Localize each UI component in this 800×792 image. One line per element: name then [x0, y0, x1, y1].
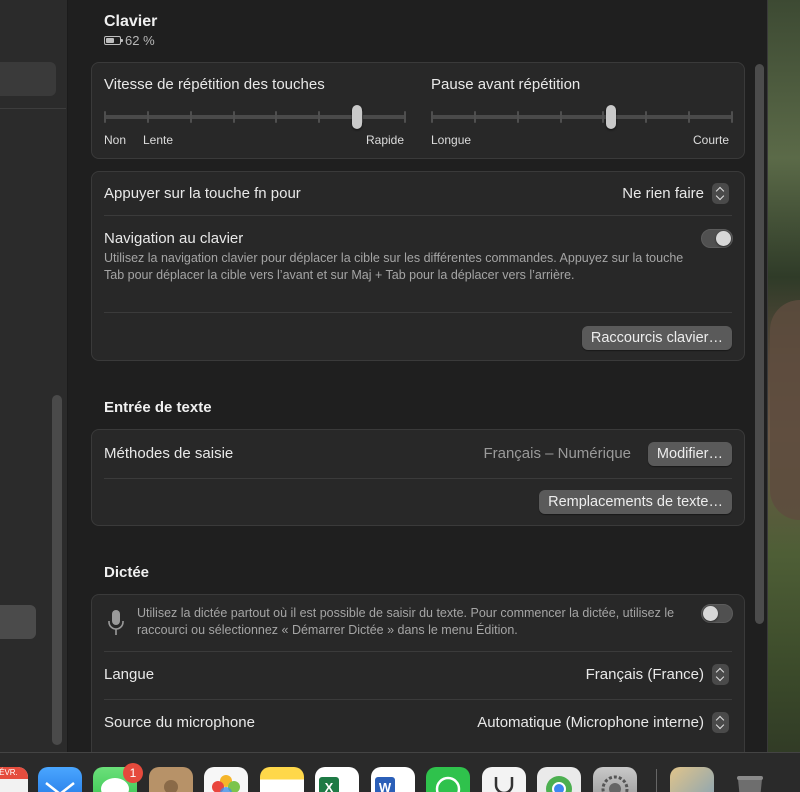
toggle-thumb	[716, 231, 731, 246]
divider	[104, 312, 732, 313]
modify-input-methods-button[interactable]: Modifier…	[647, 442, 732, 466]
chevron-updown-icon	[712, 664, 729, 685]
photos-icon[interactable]	[204, 767, 248, 792]
chevron-updown-icon	[712, 712, 729, 733]
battery-percentage: 62 %	[125, 33, 155, 48]
calendar-month: FÉVR.	[0, 767, 28, 779]
slider-knob[interactable]	[352, 105, 362, 129]
keyboard-options-group: Appuyer sur la touche fn pour Ne rien fa…	[91, 171, 745, 361]
input-methods-value: Français – Numérique	[483, 445, 631, 462]
sidebar-divider	[0, 108, 66, 109]
divider	[104, 215, 732, 216]
repeat-speed-label-fast: Rapide	[366, 133, 405, 147]
slider-tick	[104, 111, 106, 123]
slider-tick	[431, 111, 433, 123]
slider-tick	[560, 111, 562, 123]
notes-icon[interactable]	[260, 767, 304, 792]
fn-key-label: Appuyer sur la touche fn pour	[104, 185, 301, 202]
slider-knob[interactable]	[606, 105, 616, 129]
text-input-group: Méthodes de saisie Français – Numérique …	[91, 429, 745, 526]
whatsapp-icon[interactable]	[426, 767, 470, 792]
text-input-section-title: Entrée de texte	[104, 399, 212, 416]
fn-key-value: Ne rien faire	[622, 185, 704, 202]
dock-divider	[656, 769, 657, 792]
sidebar-item-keyboard-selected[interactable]	[0, 605, 36, 639]
microphone-source-popup[interactable]: Automatique (Microphone interne)	[477, 712, 729, 733]
word-icon[interactable]: W	[371, 767, 415, 792]
chrome-icon[interactable]	[537, 767, 581, 792]
text-replacements-button[interactable]: Remplacements de texte…	[539, 490, 732, 514]
dictation-section-title: Dictée	[104, 564, 150, 581]
divider	[104, 478, 732, 479]
keyboard-shortcuts-button[interactable]: Raccourcis clavier…	[581, 326, 732, 350]
toggle-thumb	[703, 606, 718, 621]
sidebar-scrollbar[interactable]	[52, 395, 62, 745]
dictation-language-value: Français (France)	[585, 666, 704, 683]
slider-tick	[147, 111, 149, 123]
repeat-delay-slider[interactable]	[431, 105, 733, 129]
dictation-group: Utilisez la dictée partout où il est pos…	[91, 594, 745, 764]
excel-icon[interactable]: X	[315, 767, 359, 792]
main-scrollbar[interactable]	[755, 64, 764, 624]
input-methods-label: Méthodes de saisie	[104, 445, 234, 462]
preview-icon[interactable]	[670, 767, 714, 792]
repeat-speed-title: Vitesse de répétition des touches	[104, 76, 325, 93]
dictation-language-label: Langue	[104, 666, 155, 683]
divider	[104, 651, 732, 652]
system-settings-icon[interactable]	[593, 767, 637, 792]
stethoscope-icon[interactable]	[482, 767, 526, 792]
slider-tick	[645, 111, 647, 123]
keyboard-navigation-label: Navigation au clavier	[104, 230, 244, 247]
dictation-toggle[interactable]	[701, 604, 733, 623]
dictation-description: Utilisez la dictée partout où il est pos…	[137, 606, 675, 637]
contacts-icon[interactable]	[149, 767, 193, 792]
slider-tick	[318, 111, 320, 123]
calendar-icon[interactable]: FÉVR.	[0, 767, 28, 792]
battery-icon	[104, 36, 123, 45]
slider-tick	[404, 111, 406, 123]
repeat-speed-slider[interactable]	[104, 105, 406, 129]
repeat-delay-title: Pause avant répétition	[431, 76, 581, 93]
repeat-delay-label-short: Courte	[693, 133, 730, 147]
repeat-speed-label-slow: Lente	[143, 133, 174, 147]
chevron-updown-icon	[712, 183, 729, 204]
fn-key-popup[interactable]: Ne rien faire	[622, 183, 729, 204]
repeat-delay-label-long: Longue	[431, 133, 472, 147]
mail-icon[interactable]	[38, 767, 82, 792]
slider-tick	[688, 111, 690, 123]
page-title: Clavier	[104, 13, 158, 30]
slider-tick	[275, 111, 277, 123]
dock: FÉVR. X W	[0, 752, 800, 792]
slider-tick	[474, 111, 476, 123]
sidebar	[0, 0, 68, 752]
slider-tick	[602, 111, 604, 123]
key-repeat-group: Vitesse de répétition des touches Non Le…	[91, 62, 745, 159]
slider-tick	[190, 111, 192, 123]
trash-icon[interactable]	[728, 767, 772, 792]
slider-tick	[233, 111, 235, 123]
slider-tick	[731, 111, 733, 123]
battery-status: 62 %	[104, 33, 155, 48]
microphone-icon	[108, 610, 124, 635]
slider-tick	[517, 111, 519, 123]
divider	[104, 699, 732, 700]
dictation-language-popup[interactable]: Français (France)	[586, 664, 729, 685]
microphone-source-value: Automatique (Microphone interne)	[477, 714, 704, 731]
keyboard-navigation-description: Utilisez la navigation clavier pour dépl…	[104, 251, 684, 282]
messages-badge: 1	[123, 763, 143, 783]
keyboard-navigation-toggle[interactable]	[701, 229, 733, 248]
repeat-speed-label-off: Non	[104, 133, 127, 147]
microphone-source-label: Source du microphone	[104, 714, 255, 731]
sidebar-search-field[interactable]	[0, 62, 56, 96]
